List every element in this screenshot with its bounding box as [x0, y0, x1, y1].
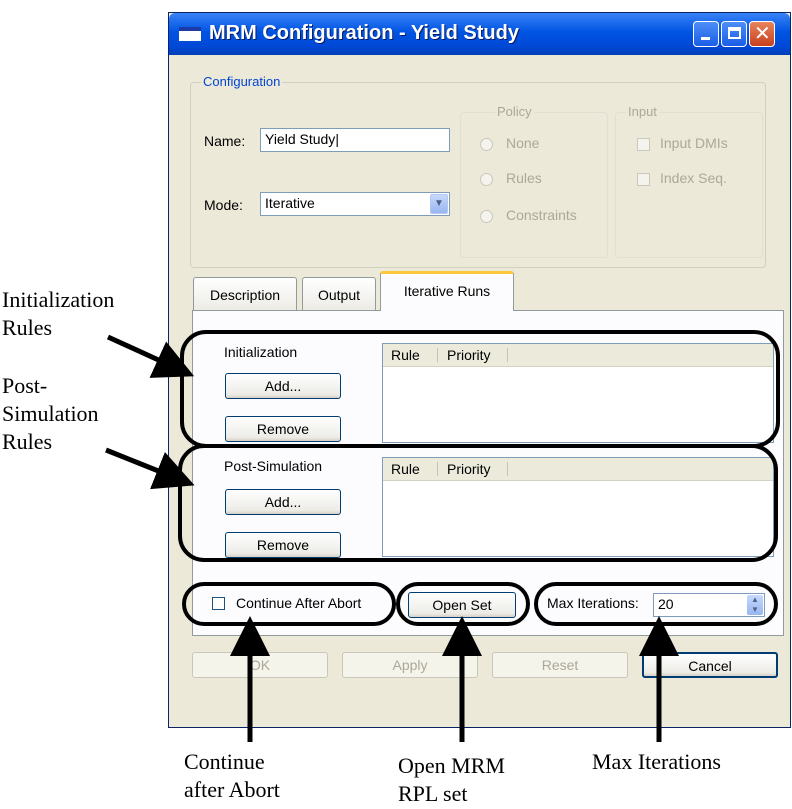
init-rules-arrow — [106, 334, 195, 378]
annotation-continue: Continue after Abort — [184, 748, 280, 804]
annotation-line: RPL set — [398, 781, 468, 806]
annotation-arrows — [105, 334, 679, 742]
annotation-line: Rules — [2, 429, 53, 454]
annotation-max-iter: Max Iterations — [592, 748, 721, 776]
annotation-post-rules: Post- Simulation Rules — [2, 372, 99, 456]
annotation-line: after Abort — [184, 777, 280, 802]
annotation-line: Open MRM — [398, 753, 505, 778]
annotation-line: Max Iterations — [592, 749, 721, 774]
annotation-line: Rules — [2, 315, 53, 340]
annotation-line: Simulation — [2, 401, 99, 426]
annotation-line: Initialization — [2, 287, 115, 312]
annotation-line: Continue — [184, 749, 265, 774]
tab-iterative-runs-label: Iterative Runs — [403, 283, 491, 299]
annotation-line: Post- — [2, 373, 48, 398]
annotation-init-rules: Initialization Rules — [2, 286, 114, 342]
annotation-open-set: Open MRM RPL set — [398, 752, 505, 808]
post-rules-arrow — [105, 447, 195, 490]
tab-iterative-runs[interactable]: Iterative Runs — [380, 271, 514, 311]
